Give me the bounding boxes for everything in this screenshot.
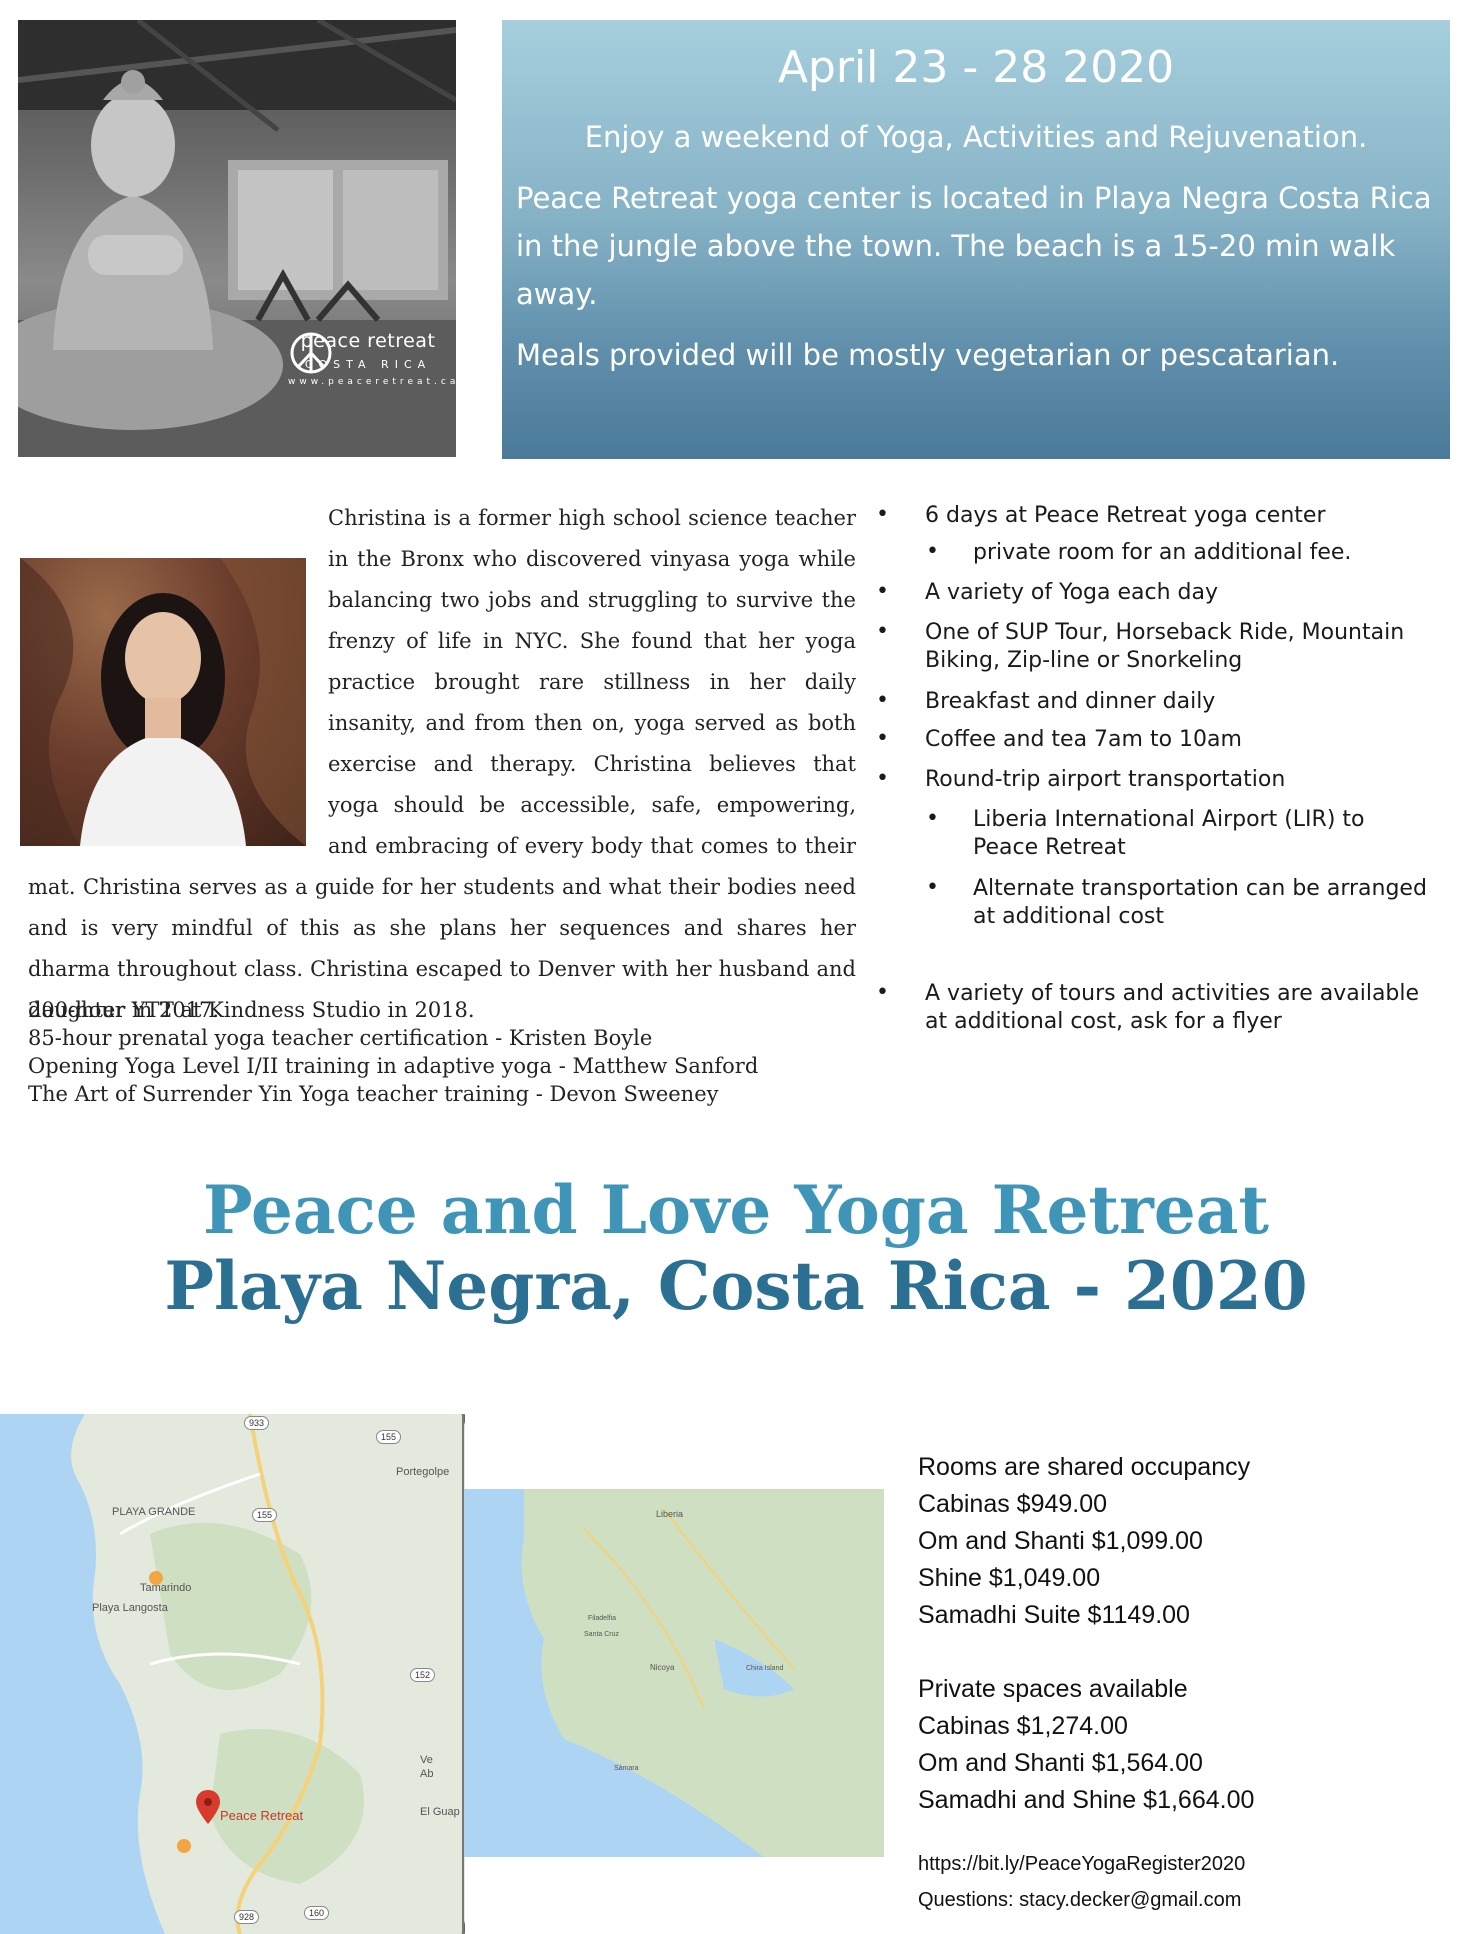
feature-text: A variety of Yoga each day — [925, 580, 1219, 605]
inset-label-samara: Sámara — [614, 1765, 639, 1772]
bullet-icon: • — [926, 806, 939, 831]
contact-info: https://bit.ly/PeaceYogaRegister2020 Que… — [918, 1846, 1458, 1918]
retreat-title: Peace and Love Yoga Retreat Playa Negra,… — [0, 1172, 1472, 1324]
peace-retreat-logo: peace retreat COSTA RICA www.peaceretrea… — [288, 330, 456, 387]
credential-item: 200-hour YTT at Kindness Studio in 2018. — [28, 998, 475, 1022]
event-location: Peace Retreat yoga center is located in … — [516, 181, 1432, 311]
room-pricing: Rooms are shared occupancy Cabinas $949.… — [918, 1449, 1458, 1819]
event-date: April 23 - 28 2020 — [777, 42, 1175, 93]
bullet-icon: • — [876, 579, 889, 604]
title-line-2: Playa Negra, Costa Rica - 2020 — [164, 1247, 1308, 1325]
inset-label-santa-cruz: Santa Cruz — [584, 1631, 620, 1638]
price-item: Shine $1,049.00 — [918, 1564, 1101, 1592]
bullet-icon: • — [876, 619, 889, 644]
event-meals: Meals provided will be mostly vegetarian… — [516, 338, 1340, 372]
inset-label-nicoya: Nicoya — [650, 1663, 675, 1672]
price-item: Samadhi Suite $1149.00 — [918, 1601, 1190, 1629]
event-tagline: Enjoy a weekend of Yoga, Activities and … — [584, 120, 1368, 154]
title-line-1: Peace and Love Yoga Retreat — [202, 1171, 1270, 1249]
buddha-illustration — [18, 20, 456, 457]
inset-label-chira: Chira Island — [746, 1665, 784, 1672]
credential-item: Opening Yoga Level I/II training in adap… — [28, 1054, 759, 1078]
inset-label-filadelfia: Filadelfia — [588, 1615, 617, 1622]
poi-marker-icon — [149, 1571, 163, 1585]
route-933-badge: 933 — [244, 1416, 270, 1430]
bullet-icon: • — [876, 502, 889, 527]
feature-text: Liberia International Airport (LIR) to P… — [973, 807, 1365, 860]
bullet-icon: • — [876, 980, 889, 1005]
instructor-bio: Christina is a former high school scienc… — [28, 498, 856, 1031]
local-area-map: PLAYA GRANDE Portegolpe Tamarindo Playa … — [0, 1414, 465, 1934]
route-160-badge: 160 — [304, 1906, 330, 1920]
bullet-icon: • — [876, 766, 889, 791]
feature-text: 6 days at Peace Retreat yoga center — [925, 503, 1326, 528]
shared-heading: Rooms are shared occupancy — [918, 1453, 1251, 1481]
feature-text: A variety of tours and activities are av… — [925, 981, 1420, 1034]
bio-photo-spacer — [28, 540, 328, 867]
map-label-portegolpe: Portegolpe — [396, 1466, 450, 1478]
map-label-ve: Ve — [420, 1754, 433, 1766]
map-label-playa-langosta: Playa Langosta — [92, 1602, 168, 1614]
feature-text: Coffee and tea 7am to 10am — [925, 727, 1242, 752]
feature-text: private room for an additional fee. — [973, 540, 1352, 565]
event-info-box: April 23 - 28 2020 Enjoy a weekend of Yo… — [502, 20, 1450, 459]
map-label-peace-retreat: Peace Retreat — [220, 1808, 304, 1823]
credential-item: The Art of Surrender Yin Yoga teacher tr… — [28, 1082, 719, 1106]
map-label-playa-grande: PLAYA GRANDE — [112, 1506, 196, 1518]
feature-text: Alternate transportation can be arranged… — [973, 876, 1427, 929]
route-152-badge: 152 — [410, 1668, 436, 1682]
route-155-badge: 155 — [376, 1430, 402, 1444]
inset-label-liberia: Liberia — [656, 1509, 684, 1519]
instructor-credentials: 200-hour YTT at Kindness Studio in 2018.… — [28, 996, 856, 1108]
route-155-badge: 155 — [252, 1508, 278, 1522]
questions-email[interactable]: Questions: stacy.decker@gmail.com — [918, 1882, 1458, 1918]
inset-terrain — [521, 1489, 884, 1857]
bullet-icon: • — [876, 726, 889, 751]
route-928-badge: 928 — [234, 1910, 260, 1924]
register-link[interactable]: https://bit.ly/PeaceYogaRegister2020 — [918, 1846, 1458, 1882]
poi-marker-icon — [177, 1839, 191, 1853]
price-item: Om and Shanti $1,099.00 — [918, 1527, 1203, 1555]
hero-photo: peace retreat COSTA RICA www.peaceretrea… — [18, 20, 456, 457]
bullet-icon: • — [926, 539, 939, 564]
feature-text: One of SUP Tour, Horseback Ride, Mountai… — [925, 620, 1405, 673]
price-item: Cabinas $1,274.00 — [918, 1712, 1128, 1740]
map-label-el-guap: El Guap — [420, 1806, 460, 1818]
bullet-icon: • — [876, 688, 889, 713]
bullet-icon: • — [926, 875, 939, 900]
pricing-spacer — [918, 1634, 1458, 1671]
price-item: Samadhi and Shine $1,664.00 — [918, 1786, 1255, 1814]
peace-sign-icon — [290, 332, 332, 374]
price-item: Cabinas $949.00 — [918, 1490, 1108, 1518]
regional-inset-map: Liberia Filadelfia Santa Cruz Nicoya Chi… — [464, 1489, 884, 1857]
map-label-ab: Ab — [420, 1768, 434, 1780]
map-pin-icon[interactable] — [196, 1790, 220, 1824]
price-item: Om and Shanti $1,564.00 — [918, 1749, 1203, 1777]
private-heading: Private spaces available — [918, 1675, 1188, 1703]
feature-text: Round-trip airport transportation — [925, 767, 1286, 792]
feature-text: Breakfast and dinner daily — [925, 689, 1216, 714]
map-terrain — [0, 1414, 465, 1934]
credential-item: 85-hour prenatal yoga teacher certificat… — [28, 1026, 653, 1050]
logo-url: www.peaceretreat.ca — [288, 377, 456, 387]
